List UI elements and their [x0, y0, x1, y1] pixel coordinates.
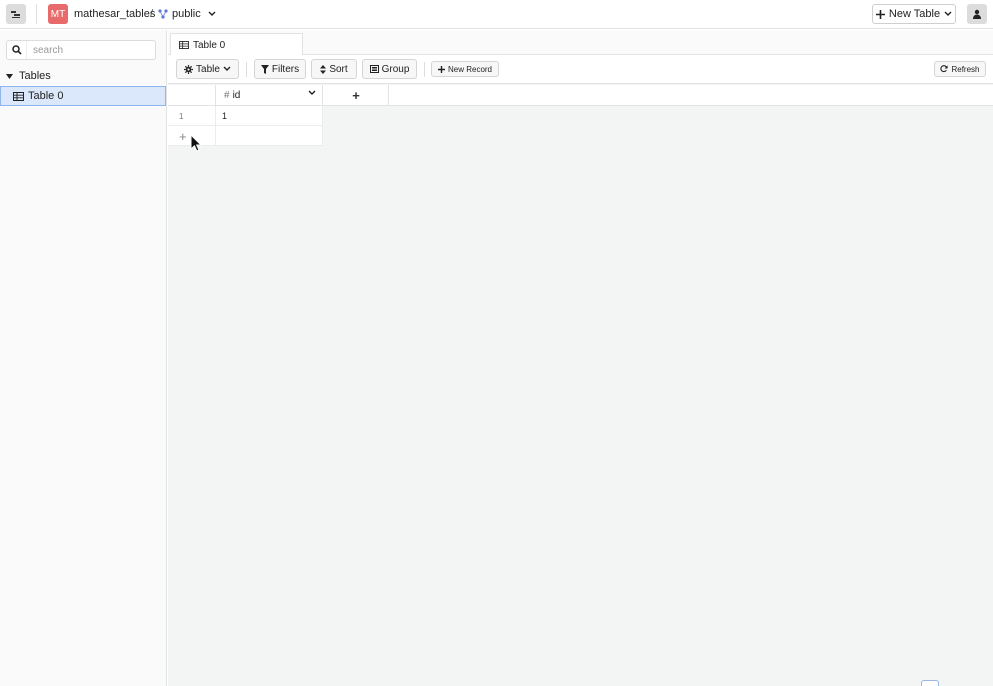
mathesar-logo-button[interactable]: [6, 4, 26, 24]
add-row-button[interactable]: +: [179, 129, 187, 144]
filters-button[interactable]: Filters: [254, 59, 306, 79]
row-number: 1: [168, 106, 216, 126]
table-icon: [179, 41, 189, 49]
table-footer: [168, 678, 993, 686]
tables-group-label: Tables: [19, 70, 51, 82]
top-header: MT mathesar_tables / public New Table: [0, 0, 993, 29]
tables-group-toggle[interactable]: Tables: [6, 70, 51, 82]
sort-label: Sort: [329, 63, 348, 75]
number-type-icon: #: [224, 89, 230, 101]
user-menu-button[interactable]: [967, 4, 987, 24]
database-name-link[interactable]: mathesar_tables: [74, 8, 155, 20]
empty-cell: [216, 126, 323, 146]
main-area: Table 0 Table Filters Sort Group New Rec…: [168, 30, 993, 686]
add-column-button[interactable]: +: [324, 85, 389, 105]
table-icon: [13, 91, 24, 101]
new-record-button[interactable]: New Record: [431, 61, 499, 77]
toolbar-divider: [246, 62, 247, 77]
database-avatar[interactable]: MT: [48, 4, 68, 24]
sidebar-item-label: Table 0: [28, 90, 64, 102]
table-cell[interactable]: 1: [216, 106, 323, 126]
sort-button[interactable]: Sort: [311, 59, 357, 79]
chevron-down-icon: [208, 11, 216, 16]
header-divider: [36, 4, 37, 24]
search-input[interactable]: [27, 44, 147, 56]
page-button[interactable]: [921, 680, 939, 686]
schema-selector[interactable]: public: [158, 6, 216, 22]
column-header-id[interactable]: # id: [216, 85, 323, 105]
column-name: id: [232, 89, 241, 101]
toolbar-divider: [424, 62, 425, 77]
tab-bar: Table 0: [168, 30, 993, 56]
caret-down-icon: [6, 73, 13, 79]
sort-icon: [320, 64, 327, 74]
refresh-icon: [940, 65, 949, 73]
group-button[interactable]: Group: [362, 59, 417, 79]
table-menu-button[interactable]: Table: [176, 59, 239, 79]
table-menu-label: Table: [196, 63, 220, 75]
search-icon-wrapper: [7, 41, 27, 59]
table-toolbar: Table Filters Sort Group New Record Refr…: [168, 55, 993, 84]
tab-label: Table 0: [193, 39, 226, 51]
sidebar-search[interactable]: [6, 40, 156, 60]
group-icon: [369, 65, 379, 73]
new-table-label: New Table: [888, 8, 941, 20]
group-label: Group: [381, 63, 410, 75]
new-table-button[interactable]: New Table: [872, 4, 956, 24]
user-icon: [973, 9, 981, 19]
row-number-header: [168, 85, 216, 105]
chevron-down-icon: [944, 11, 952, 16]
mouse-cursor-icon: [190, 134, 202, 152]
gear-icon: [184, 64, 194, 74]
refresh-label: Refresh: [951, 64, 980, 74]
chevron-down-icon: [223, 66, 231, 71]
sidebar: Tables Table 0: [0, 30, 167, 686]
sidebar-item-table-0[interactable]: Table 0: [0, 86, 166, 106]
plus-icon: [875, 9, 885, 19]
chevron-down-icon[interactable]: [308, 90, 316, 96]
filters-label: Filters: [271, 63, 300, 75]
search-icon: [11, 45, 22, 55]
filter-icon: [260, 64, 269, 74]
table-row[interactable]: 1 1: [168, 106, 323, 126]
mathesar-logo-icon: [11, 11, 20, 18]
new-record-label: New Record: [447, 64, 492, 74]
tab-table-0[interactable]: Table 0: [170, 33, 303, 56]
schema-name: public: [172, 8, 201, 20]
breadcrumb-separator: /: [150, 8, 154, 20]
refresh-button[interactable]: Refresh: [934, 61, 986, 77]
grid-header: # id +: [168, 85, 993, 106]
schema-icon: [158, 9, 168, 19]
plus-icon: [437, 65, 445, 73]
